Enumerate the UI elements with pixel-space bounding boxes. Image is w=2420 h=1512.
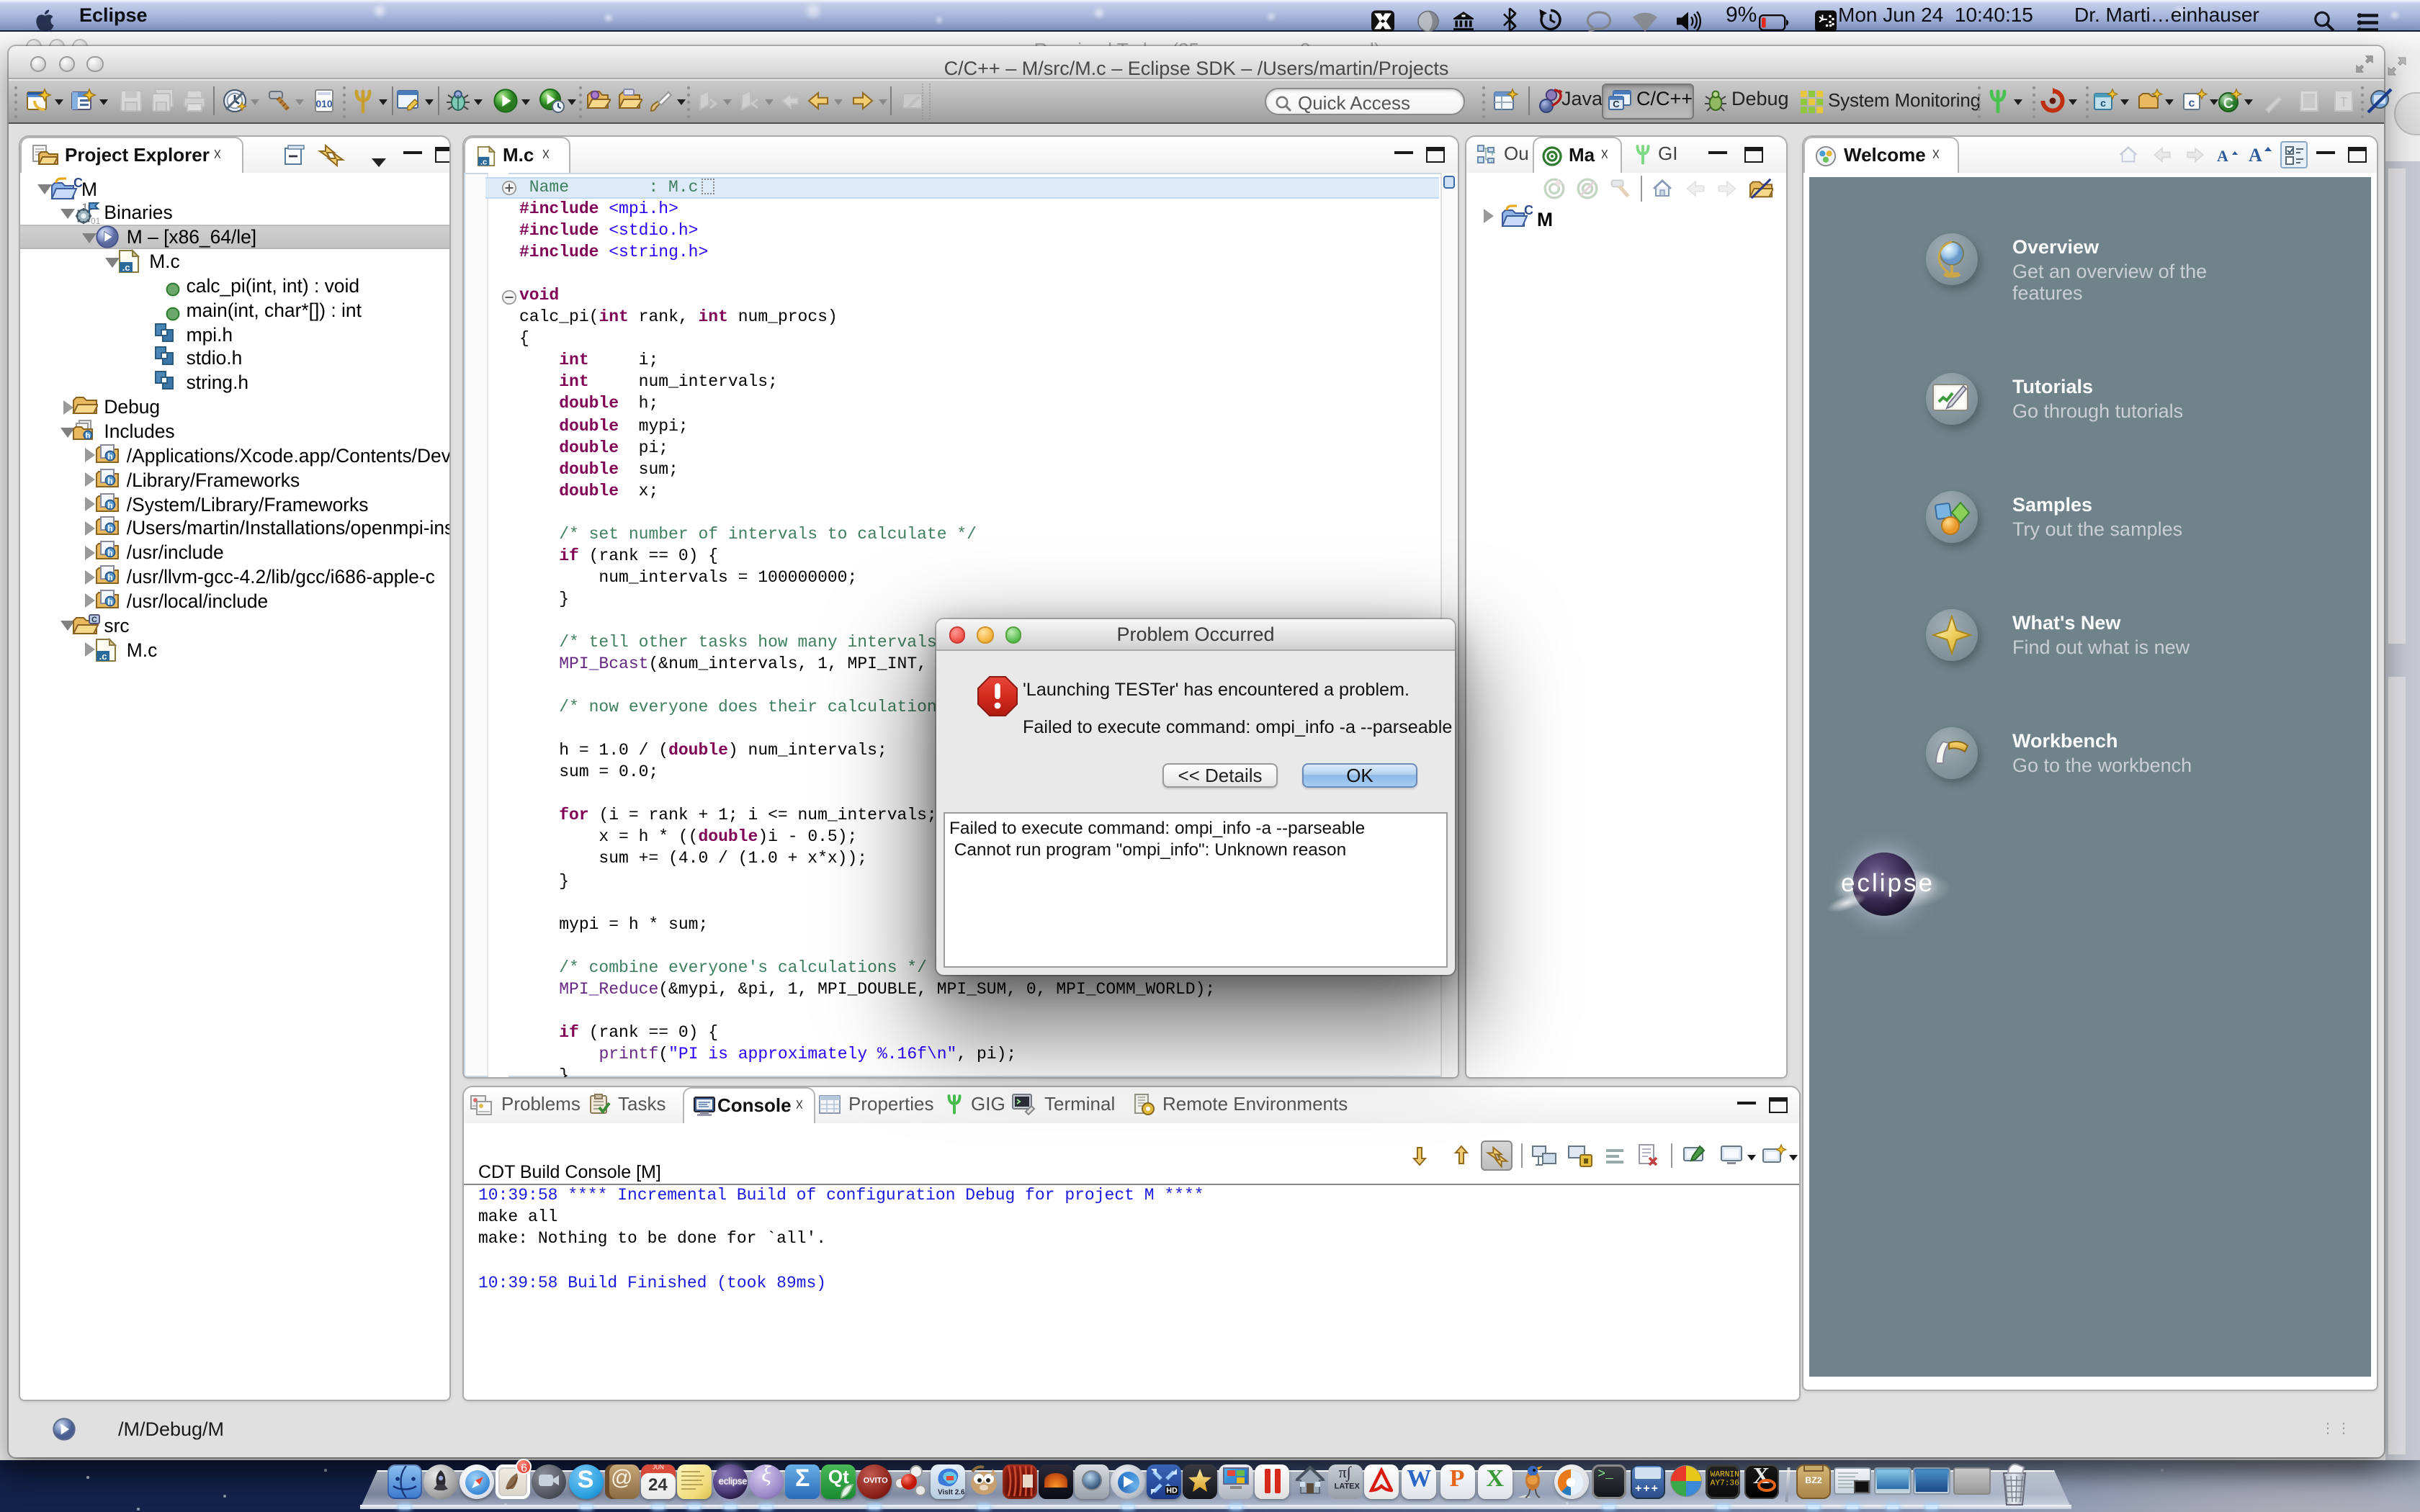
svg-text:.c: .c — [122, 262, 130, 273]
svg-text:C: C — [73, 176, 81, 189]
svg-text:.c: .c — [480, 157, 487, 166]
svg-text:h: h — [107, 451, 112, 462]
svg-text:T: T — [2340, 95, 2348, 109]
svg-text:h: h — [107, 500, 112, 510]
svg-text:.c: .c — [99, 650, 107, 661]
svg-text:h: h — [86, 431, 91, 440]
svg-text:h: h — [107, 548, 112, 558]
svg-text:A: A — [2217, 147, 2228, 165]
svg-text:h: h — [107, 572, 112, 582]
svg-text:c: c — [2189, 97, 2195, 109]
svg-text:A: A — [2249, 145, 2262, 166]
svg-text:h: h — [107, 475, 112, 485]
svg-text:h: h — [107, 524, 112, 534]
svg-text:h: h — [107, 597, 112, 607]
svg-text:C: C — [2223, 96, 2233, 112]
svg-text:C: C — [91, 616, 97, 624]
svg-text:010: 010 — [315, 98, 333, 109]
svg-text:c: c — [2100, 97, 2106, 109]
svg-text:01: 01 — [91, 217, 101, 225]
svg-text:C: C — [1613, 99, 1620, 109]
svg-text:C: C — [1524, 204, 1533, 217]
